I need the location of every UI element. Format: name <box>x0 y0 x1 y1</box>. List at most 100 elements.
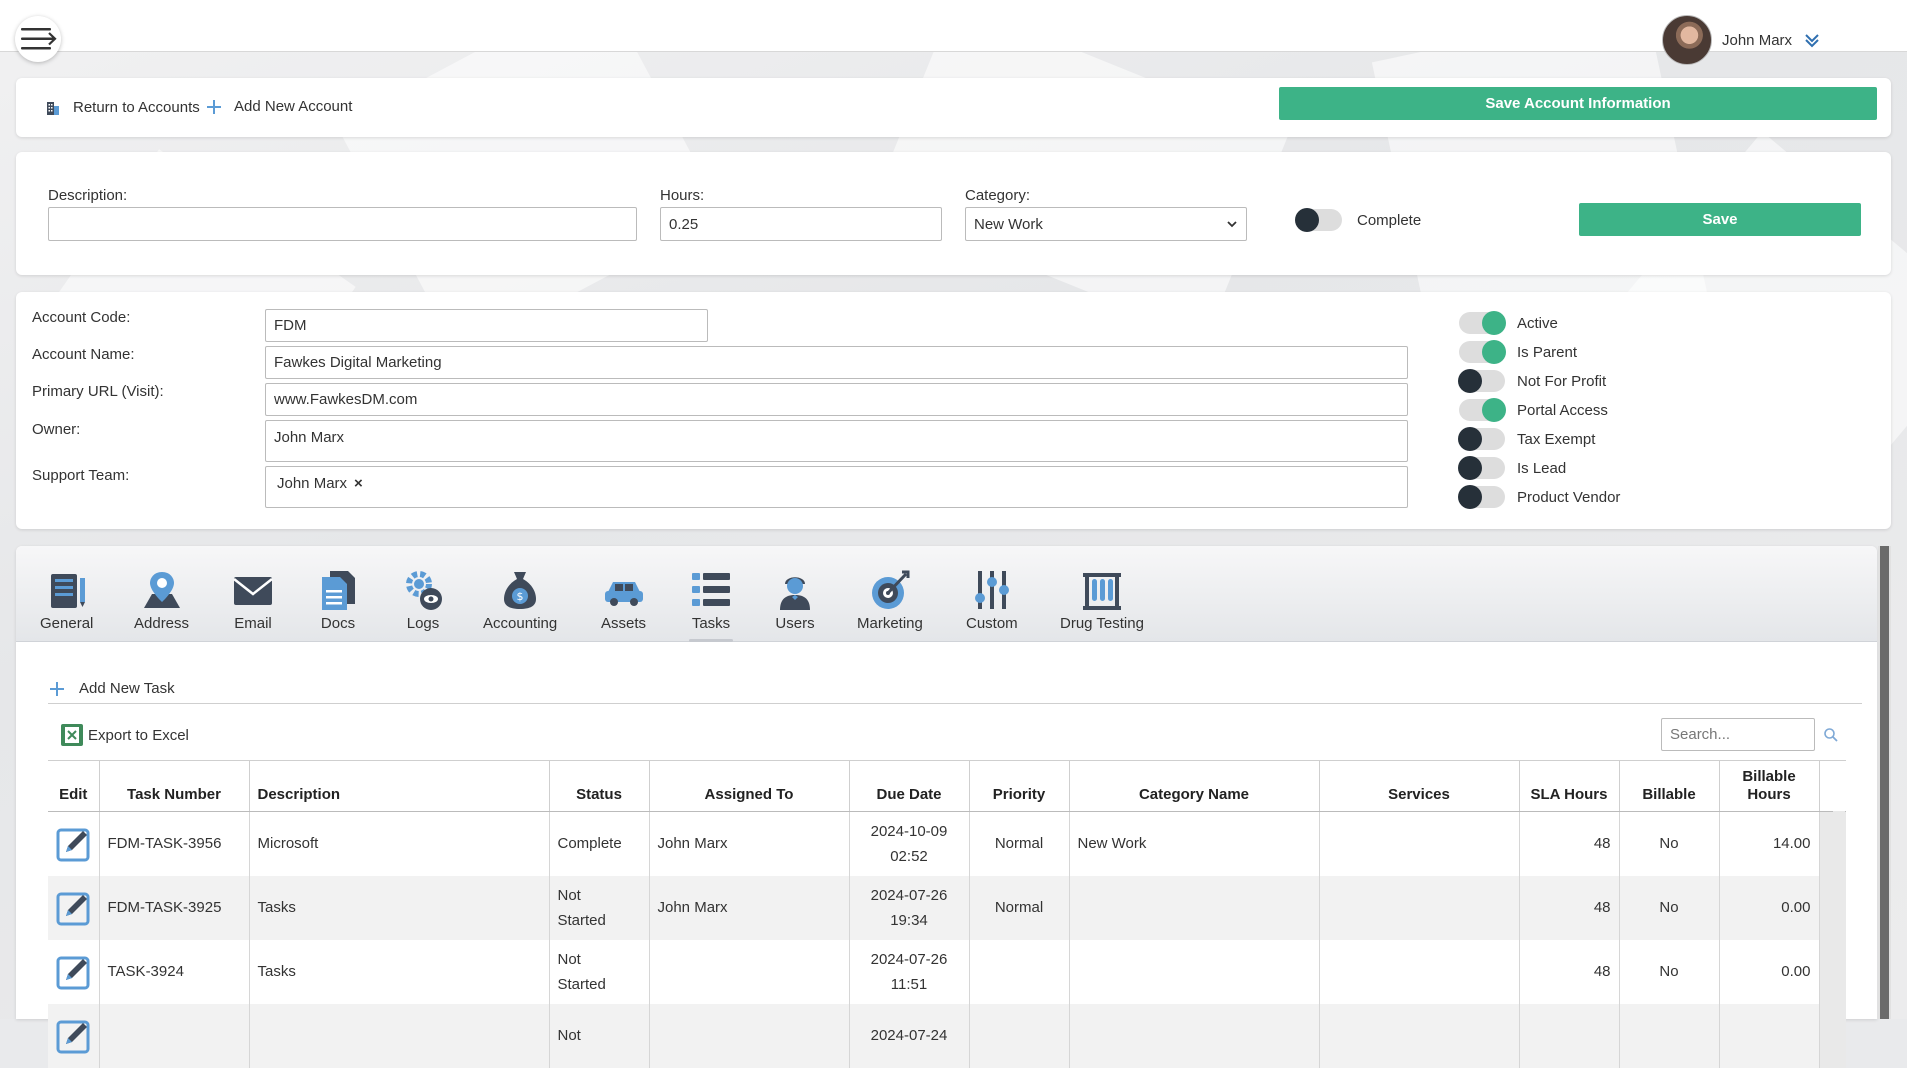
return-to-accounts-link[interactable]: Return to Accounts <box>44 98 200 116</box>
col-header-category-name[interactable]: Category Name <box>1069 760 1320 812</box>
page-scrollbar[interactable] <box>1878 546 1891 1019</box>
building-icon <box>47 102 59 115</box>
tab-logs[interactable]: Logs <box>401 568 445 632</box>
col-header-description[interactable]: Description <box>249 760 550 812</box>
gear-eye-icon <box>406 571 442 610</box>
export-to-excel-button[interactable]: Export to Excel <box>60 723 189 747</box>
flag-toggle[interactable] <box>1459 398 1506 422</box>
account-code-input[interactable]: FDM <box>265 309 708 342</box>
flag-toggle[interactable] <box>1458 369 1505 393</box>
edit-cell <box>48 811 100 876</box>
flag-label: Is Lead <box>1517 460 1567 477</box>
top-bar <box>0 0 1907 52</box>
flag-label: Active <box>1517 315 1558 332</box>
table-row[interactable]: FDM-TASK-3956 Microsoft Complete John Marx 2… <box>48 811 1846 876</box>
task-search-input[interactable] <box>1661 718 1815 751</box>
edit-icon[interactable] <box>56 826 92 862</box>
edit-icon[interactable] <box>56 1018 92 1054</box>
tab-email[interactable]: Email <box>231 568 275 632</box>
category-cell <box>1069 939 1320 1004</box>
tasks-table: Edit Task Number Description Status Assi… <box>48 760 1846 1068</box>
col-header-billable[interactable]: Billable <box>1619 760 1720 812</box>
description-cell <box>249 1003 550 1068</box>
account-details: Account Code: FDM Account Name: Fawkes D… <box>16 292 1891 529</box>
flag-toggle[interactable] <box>1458 456 1505 480</box>
description-cell: Tasks <box>249 875 550 940</box>
col-header-services[interactable]: Services <box>1319 760 1520 812</box>
remove-team-member-icon[interactable]: × <box>354 475 363 492</box>
billable-cell: No <box>1619 939 1720 1004</box>
services-cell <box>1319 1003 1520 1068</box>
flag-toggle[interactable] <box>1458 427 1505 451</box>
col-header-priority[interactable]: Priority <box>969 760 1070 812</box>
export-to-excel-label: Export to Excel <box>88 726 189 744</box>
owner-input[interactable]: John Marx <box>265 420 1408 462</box>
col-header-task-number[interactable]: Task Number <box>99 760 250 812</box>
col-header-sla-hours[interactable]: SLA Hours <box>1519 760 1620 812</box>
col-header-assigned-to[interactable]: Assigned To <box>649 760 850 812</box>
add-new-task-link[interactable]: Add New Task <box>49 680 175 697</box>
menu-toggle-button[interactable] <box>15 16 61 62</box>
category-cell <box>1069 875 1320 940</box>
scrollbar-thumb[interactable] <box>1880 546 1889 1019</box>
col-header-status[interactable]: Status <box>549 760 650 812</box>
status-cell: Not Started <box>549 939 650 1004</box>
search-icon[interactable] <box>1823 727 1839 743</box>
tab-general[interactable]: General <box>40 568 93 632</box>
tab-address[interactable]: Address <box>134 568 189 632</box>
toggle-knob <box>1482 340 1506 364</box>
col-header-edit: Edit <box>48 760 100 812</box>
col-header-billable-hours[interactable]: Billable Hours <box>1719 760 1820 812</box>
primary-url-input[interactable]: www.FawkesDM.com <box>265 383 1408 416</box>
account-name-input[interactable]: Fawkes Digital Marketing <box>265 346 1408 379</box>
flag-toggle[interactable] <box>1458 485 1505 509</box>
sla-hours-cell: 48 <box>1519 939 1620 1004</box>
services-cell <box>1319 875 1520 940</box>
tab-accounting[interactable]: $ Accounting <box>483 568 557 632</box>
complete-toggle[interactable] <box>1295 208 1342 232</box>
notebook-pen-icon <box>50 574 85 608</box>
target-icon <box>871 570 910 609</box>
table-row[interactable]: TASK-3924 Tasks Not Started 2024-07-26 11:51… <box>48 939 1846 1004</box>
table-row[interactable]: Not 2024-07-24 <box>48 1003 1846 1068</box>
user-menu[interactable]: John Marx <box>1662 14 1820 66</box>
add-new-task-label: Add New Task <box>79 680 175 697</box>
flag-toggle[interactable] <box>1459 311 1506 335</box>
tab-docs[interactable]: Docs <box>316 568 360 632</box>
flag-label: Portal Access <box>1517 402 1608 419</box>
edit-icon[interactable] <box>56 954 92 990</box>
toggle-knob <box>1482 398 1506 422</box>
flag-toggle[interactable] <box>1459 340 1506 364</box>
user-name: John Marx <box>1722 31 1793 49</box>
table-header-row: Edit Task Number Description Status Assi… <box>48 760 1846 812</box>
sla-hours-cell <box>1519 1003 1620 1068</box>
assigned-to-cell <box>649 939 850 1004</box>
description-label: Description: <box>48 187 128 204</box>
support-team-input[interactable]: John Marx × <box>265 466 1408 508</box>
toggle-knob <box>1458 456 1482 480</box>
hours-input[interactable]: 0.25 <box>660 207 942 241</box>
tab-marketing[interactable]: Marketing <box>857 568 923 632</box>
task-number-cell: FDM-TASK-3925 <box>99 875 250 940</box>
table-scrollbar[interactable] <box>1833 811 1845 1019</box>
tab-strip: General Address Email Docs Logs $ Accoun… <box>16 546 1877 642</box>
description-cell: Tasks <box>249 939 550 1004</box>
tab-drug-testing[interactable]: Drug Testing <box>1060 568 1144 632</box>
col-header-due-date[interactable]: Due Date <box>849 760 970 812</box>
tab-label: General <box>40 615 94 632</box>
save-button[interactable]: Save <box>1579 203 1861 236</box>
table-row[interactable]: FDM-TASK-3925 Tasks Not Started John Marx 20… <box>48 875 1846 940</box>
tab-custom[interactable]: Custom <box>966 568 1018 632</box>
add-new-account-link[interactable]: Add New Account <box>206 98 352 115</box>
double-chevron-down-icon[interactable] <box>1804 32 1820 48</box>
tab-tasks[interactable]: Tasks <box>689 568 733 642</box>
due-date: 2024-07-26 <box>870 950 948 968</box>
tab-users[interactable]: Users <box>773 568 817 632</box>
description-input[interactable] <box>48 207 637 241</box>
tab-assets[interactable]: Assets <box>601 568 646 632</box>
save-account-information-button[interactable]: Save Account Information <box>1279 87 1877 120</box>
edit-icon[interactable] <box>56 890 92 926</box>
services-cell <box>1319 939 1520 1004</box>
category-select[interactable]: New Work <box>965 207 1247 241</box>
tab-label: Address <box>134 615 190 632</box>
